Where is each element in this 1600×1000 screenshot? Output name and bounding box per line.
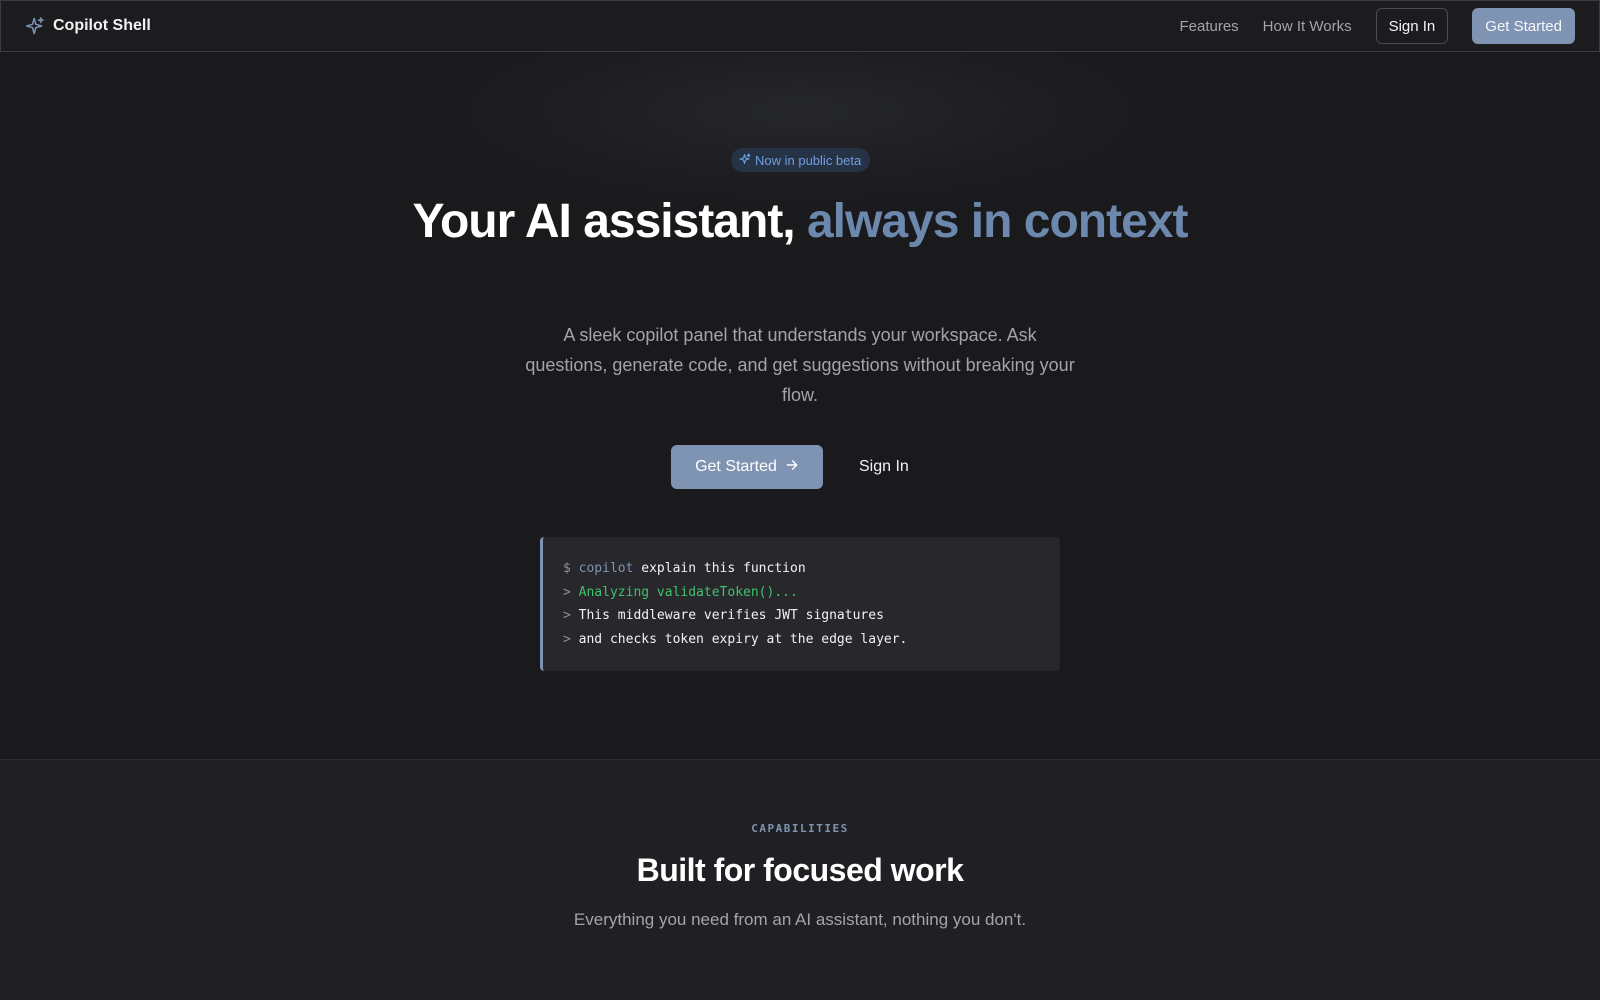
sparkle-icon bbox=[739, 152, 751, 168]
headline-accent: always in context bbox=[806, 195, 1188, 248]
nav-sign-in-button[interactable]: Sign In bbox=[1375, 8, 1449, 44]
badge-label: Now in public beta bbox=[755, 152, 862, 168]
beta-badge: Now in public beta bbox=[731, 148, 871, 172]
headline-main: Your AI assistant, bbox=[412, 195, 796, 248]
hero-subheadline: A sleek copilot panel that understands y… bbox=[525, 325, 1075, 405]
get-started-label: Get Started bbox=[695, 458, 777, 475]
brand[interactable]: Copilot Shell bbox=[25, 16, 151, 36]
capabilities-section: CAPABILITIES Built for focused work Ever… bbox=[0, 760, 1600, 1000]
section-eyebrow: CAPABILITIES bbox=[751, 822, 849, 835]
terminal-prompt: $ bbox=[563, 561, 571, 576]
sign-in-button[interactable]: Sign In bbox=[843, 445, 925, 489]
brand-name: Copilot Shell bbox=[53, 17, 151, 34]
terminal-preview: $ copilot explain this function > Analyz… bbox=[540, 537, 1060, 671]
terminal-prompt: > bbox=[563, 584, 571, 600]
terminal-line: > and checks token expiry at the edge la… bbox=[563, 628, 1040, 652]
get-started-button[interactable]: Get Started bbox=[671, 445, 823, 489]
nav-get-started-button[interactable]: Get Started bbox=[1472, 8, 1575, 44]
cta-row: Get Started Sign In bbox=[671, 445, 925, 489]
section-title: Built for focused work bbox=[636, 852, 964, 888]
section-subtitle: Everything you need from an AI assistant… bbox=[573, 910, 1027, 929]
terminal-prompt: > bbox=[563, 631, 571, 647]
terminal-line: > Analyzing validateToken()... bbox=[563, 581, 1040, 605]
top-nav: Copilot Shell Features How It Works Sign… bbox=[0, 0, 1600, 52]
nav-link-features[interactable]: Features bbox=[1179, 18, 1238, 35]
sparkle-icon bbox=[25, 16, 45, 36]
terminal-text: explain this function bbox=[633, 561, 806, 576]
terminal-line: > This middleware verifies JWT signature… bbox=[563, 604, 1040, 628]
terminal-line: $ copilot explain this function bbox=[563, 557, 1040, 581]
hero-section: Now in public beta Your AI assistant, al… bbox=[0, 52, 1600, 760]
terminal-command: copilot bbox=[578, 561, 634, 576]
nav-actions: Features How It Works Sign In Get Starte… bbox=[1179, 8, 1575, 44]
terminal-status: Analyzing validateToken()... bbox=[578, 584, 798, 600]
terminal-text: and checks token expiry at the edge laye… bbox=[578, 631, 908, 647]
hero-headline: Your AI assistant, always in context bbox=[0, 196, 1600, 248]
nav-link-how-it-works[interactable]: How It Works bbox=[1263, 18, 1352, 35]
terminal-text: This middleware verifies JWT signatures bbox=[578, 608, 884, 623]
arrow-right-icon bbox=[785, 458, 799, 477]
terminal-prompt: > bbox=[563, 608, 571, 623]
